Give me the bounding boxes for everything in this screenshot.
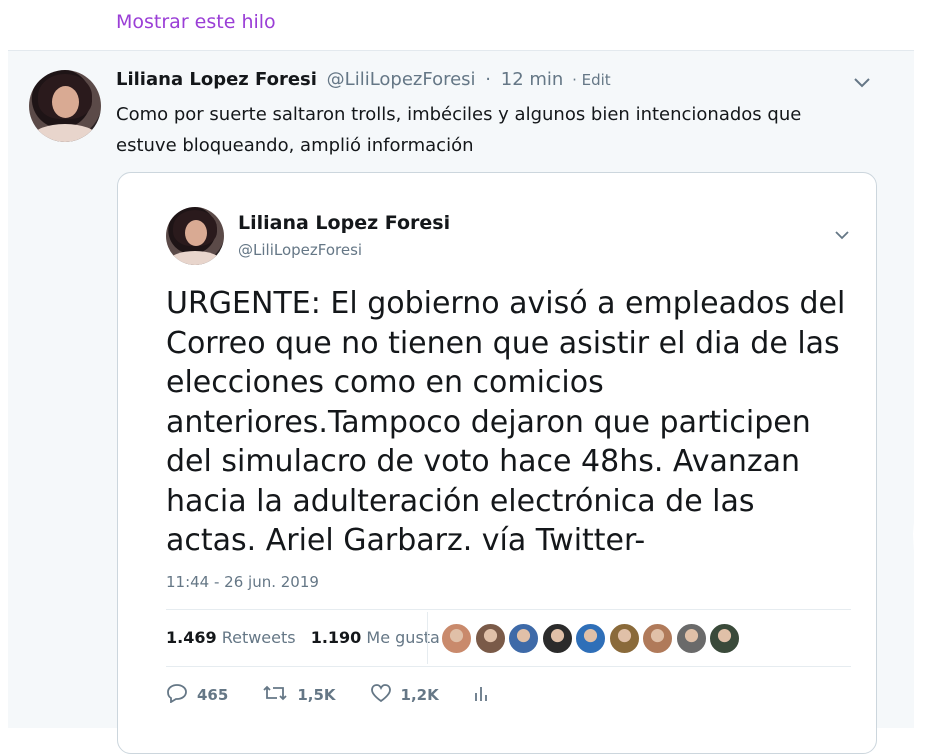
reply-count: 465 — [197, 686, 229, 704]
tweet-timestamp[interactable]: 11:44 - 26 jun. 2019 — [166, 573, 319, 591]
liker-avatar[interactable] — [541, 623, 573, 654]
edit-link[interactable]: · Edit — [572, 71, 611, 89]
liker-avatar[interactable] — [608, 623, 640, 654]
quoted-author-name[interactable]: Liliana Lopez Foresi — [238, 212, 450, 234]
liker-avatars — [441, 623, 743, 654]
action-bar: 465 1,5K 1,2K — [166, 683, 523, 707]
header-separator: · — [485, 69, 492, 90]
liker-avatar[interactable] — [474, 623, 506, 654]
tweet-text: Como por suerte saltaron trolls, imbécil… — [116, 104, 802, 156]
divider — [166, 609, 851, 610]
author-avatar[interactable] — [29, 70, 101, 142]
divider — [166, 666, 851, 667]
author-name[interactable]: Liliana Lopez Foresi — [116, 69, 317, 90]
quoted-author-avatar[interactable] — [166, 207, 224, 265]
analytics-button[interactable] — [473, 683, 489, 707]
liker-avatar[interactable] — [508, 623, 539, 654]
torn-edge-right — [910, 44, 947, 744]
stats-separator — [427, 612, 428, 664]
retweets-label[interactable]: Retweets — [222, 628, 296, 647]
like-count: 1,2K — [400, 686, 439, 704]
retweet-icon — [262, 683, 288, 707]
tweet-time[interactable]: 12 min — [501, 69, 564, 90]
liker-avatar[interactable] — [675, 623, 707, 654]
analytics-icon — [473, 683, 489, 707]
chevron-down-icon[interactable] — [853, 77, 871, 91]
liker-avatar[interactable] — [575, 623, 606, 654]
retweet-count: 1,5K — [297, 686, 336, 704]
liker-avatar[interactable] — [642, 623, 673, 654]
reply-icon — [166, 683, 188, 707]
engagement-stats: 1.469 Retweets 1.190 Me gusta — [166, 628, 450, 647]
retweets-count[interactable]: 1.469 — [166, 628, 217, 647]
author-handle[interactable]: @LiliLopezForesi — [327, 69, 476, 90]
liker-avatar[interactable] — [441, 623, 472, 654]
likes-count[interactable]: 1.190 — [311, 628, 362, 647]
tweet-header: Liliana Lopez Foresi @LiliLopezForesi · … — [116, 69, 611, 90]
reply-button[interactable]: 465 — [166, 683, 228, 707]
quoted-author-handle[interactable]: @LiliLopezForesi — [238, 241, 362, 259]
retweet-button[interactable]: 1,5K — [262, 683, 336, 707]
chevron-down-icon[interactable] — [834, 230, 850, 242]
likes-label[interactable]: Me gusta — [366, 628, 439, 647]
heart-icon — [370, 683, 392, 707]
quoted-tweet-text: URGENTE: El gobierno avisó a empleados d… — [166, 286, 846, 558]
like-button[interactable]: 1,2K — [370, 683, 439, 707]
liker-avatar[interactable] — [709, 623, 740, 654]
show-thread-link[interactable]: Mostrar este hilo — [116, 11, 276, 33]
